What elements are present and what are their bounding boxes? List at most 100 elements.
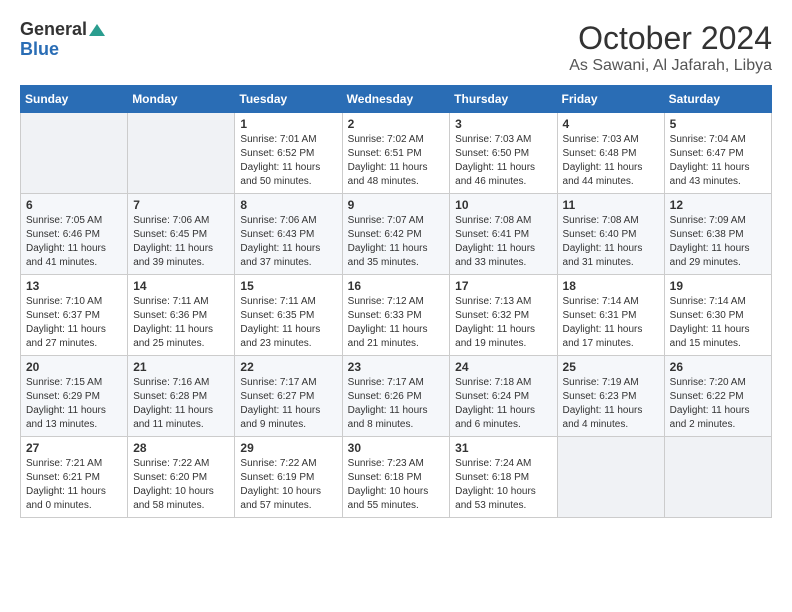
sunrise-text: Sunrise: 7:11 AM	[133, 296, 208, 307]
day-number: 30	[348, 441, 445, 455]
sunrise-text: Sunrise: 7:12 AM	[348, 296, 424, 307]
sunset-text: Sunset: 6:27 PM	[240, 391, 314, 402]
sunrise-text: Sunrise: 7:07 AM	[348, 215, 424, 226]
sunrise-text: Sunrise: 7:01 AM	[240, 134, 316, 145]
daylight-text: Daylight: 11 hours and 35 minutes.	[348, 243, 428, 268]
sunset-text: Sunset: 6:28 PM	[133, 391, 207, 402]
day-number: 22	[240, 360, 336, 374]
day-number: 1	[240, 117, 336, 131]
calendar-day-cell: 17Sunrise: 7:13 AMSunset: 6:32 PMDayligh…	[450, 275, 557, 356]
sunset-text: Sunset: 6:52 PM	[240, 148, 314, 159]
calendar-day-cell: 13Sunrise: 7:10 AMSunset: 6:37 PMDayligh…	[21, 275, 128, 356]
calendar-weekday-header: Friday	[557, 86, 664, 113]
daylight-text: Daylight: 11 hours and 27 minutes.	[26, 324, 106, 349]
daylight-text: Daylight: 11 hours and 39 minutes.	[133, 243, 213, 268]
calendar-day-cell: 18Sunrise: 7:14 AMSunset: 6:31 PMDayligh…	[557, 275, 664, 356]
daylight-text: Daylight: 11 hours and 25 minutes.	[133, 324, 213, 349]
calendar-day-cell: 26Sunrise: 7:20 AMSunset: 6:22 PMDayligh…	[664, 356, 771, 437]
day-number: 14	[133, 279, 229, 293]
daylight-text: Daylight: 11 hours and 48 minutes.	[348, 162, 428, 187]
sunset-text: Sunset: 6:31 PM	[563, 310, 637, 321]
day-info: Sunrise: 7:16 AMSunset: 6:28 PMDaylight:…	[133, 376, 229, 432]
calendar-table: SundayMondayTuesdayWednesdayThursdayFrid…	[20, 85, 772, 518]
day-info: Sunrise: 7:08 AMSunset: 6:41 PMDaylight:…	[455, 214, 551, 270]
title-block: October 2024 As Sawani, Al Jafarah, Liby…	[569, 20, 772, 75]
day-info: Sunrise: 7:06 AMSunset: 6:43 PMDaylight:…	[240, 214, 336, 270]
calendar-day-cell: 23Sunrise: 7:17 AMSunset: 6:26 PMDayligh…	[342, 356, 450, 437]
day-info: Sunrise: 7:21 AMSunset: 6:21 PMDaylight:…	[26, 457, 122, 513]
sunrise-text: Sunrise: 7:04 AM	[670, 134, 746, 145]
daylight-text: Daylight: 11 hours and 13 minutes.	[26, 405, 106, 430]
month-title: October 2024	[569, 20, 772, 57]
sunset-text: Sunset: 6:48 PM	[563, 148, 637, 159]
day-info: Sunrise: 7:15 AMSunset: 6:29 PMDaylight:…	[26, 376, 122, 432]
daylight-text: Daylight: 10 hours and 57 minutes.	[240, 486, 321, 511]
sunrise-text: Sunrise: 7:17 AM	[348, 377, 424, 388]
daylight-text: Daylight: 11 hours and 0 minutes.	[26, 486, 106, 511]
daylight-text: Daylight: 11 hours and 41 minutes.	[26, 243, 106, 268]
day-number: 4	[563, 117, 659, 131]
calendar-weekday-header: Saturday	[664, 86, 771, 113]
calendar-day-cell: 24Sunrise: 7:18 AMSunset: 6:24 PMDayligh…	[450, 356, 557, 437]
daylight-text: Daylight: 11 hours and 2 minutes.	[670, 405, 750, 430]
calendar-day-cell: 19 Sunrise: 7:14 AMSunset: 6:30 PMDayligh…	[664, 275, 771, 356]
sunrise-text: Sunrise: 7:08 AM	[563, 215, 639, 226]
sunset-text: Sunset: 6:42 PM	[348, 229, 422, 240]
day-info: Sunrise: 7:09 AMSunset: 6:38 PMDaylight:…	[670, 214, 766, 270]
page-header: General Blue October 2024 As Sawani, Al …	[20, 20, 772, 75]
calendar-day-cell: 5Sunrise: 7:04 AMSunset: 6:47 PMDaylight…	[664, 113, 771, 194]
calendar-day-cell: 12Sunrise: 7:09 AMSunset: 6:38 PMDayligh…	[664, 194, 771, 275]
sunset-text: Sunset: 6:41 PM	[455, 229, 529, 240]
day-number: 15	[240, 279, 336, 293]
sunrise-text: Sunrise: 7:21 AM	[26, 458, 102, 469]
day-info: Sunrise: 7:17 AM Sunset: 6:27 PM Daylight:…	[240, 376, 336, 432]
daylight-text: Daylight: 11 hours and 6 minutes.	[455, 405, 535, 430]
day-number: 9	[348, 198, 445, 212]
day-number: 11	[563, 198, 659, 212]
sunset-text: Sunset: 6:19 PM	[240, 472, 314, 483]
calendar-header-row: SundayMondayTuesdayWednesdayThursdayFrid…	[21, 86, 772, 113]
sunset-text: Sunset: 6:40 PM	[563, 229, 637, 240]
sunrise-text: Sunrise: 7:14 AM	[563, 296, 639, 307]
sunset-text: Sunset: 6:24 PM	[455, 391, 529, 402]
calendar-day-cell: 14 Sunrise: 7:11 AMSunset: 6:36 PMDayligh…	[128, 275, 235, 356]
calendar-week-row: 13Sunrise: 7:10 AMSunset: 6:37 PMDayligh…	[21, 275, 772, 356]
sunrise-text: Sunrise: 7:06 AM	[133, 215, 209, 226]
calendar-day-cell: 21 Sunrise: 7:16 AMSunset: 6:28 PMDayligh…	[128, 356, 235, 437]
day-info: Sunrise: 7:02 AMSunset: 6:51 PMDaylight:…	[348, 133, 445, 189]
sunrise-text: Sunrise: 7:08 AM	[455, 215, 531, 226]
sunrise-text: Sunrise: 7:05 AM	[26, 215, 102, 226]
calendar-day-cell: 29Sunrise: 7:22 AMSunset: 6:19 PMDayligh…	[235, 437, 342, 518]
daylight-text: Daylight: 11 hours and 11 minutes.	[133, 405, 213, 430]
day-info: Sunrise: 7:07 AM Sunset: 6:42 PM Daylight:…	[348, 214, 445, 270]
daylight-text: Daylight: 11 hours and 8 minutes.	[348, 405, 428, 430]
day-info: Sunrise: 7:03 AMSunset: 6:48 PMDaylight:…	[563, 133, 659, 189]
day-info: Sunrise: 7:11 AMSunset: 6:35 PMDaylight:…	[240, 295, 336, 351]
day-info: Sunrise: 7:24 AMSunset: 6:18 PMDaylight:…	[455, 457, 551, 513]
calendar-day-cell: 3Sunrise: 7:03 AMSunset: 6:50 PMDaylight…	[450, 113, 557, 194]
day-number: 10	[455, 198, 551, 212]
day-number: 6	[26, 198, 122, 212]
calendar-week-row: 6Sunrise: 7:05 AMSunset: 6:46 PMDaylight…	[21, 194, 772, 275]
sunset-text: Sunset: 6:37 PM	[26, 310, 100, 321]
calendar-day-cell: 22 Sunrise: 7:17 AM Sunset: 6:27 PM Dayligh…	[235, 356, 342, 437]
day-info: Sunrise: 7:14 AMSunset: 6:30 PMDaylight:…	[670, 295, 766, 351]
day-number: 17	[455, 279, 551, 293]
day-number: 29	[240, 441, 336, 455]
day-info: Sunrise: 7:10 AMSunset: 6:37 PMDaylight:…	[26, 295, 122, 351]
calendar-day-cell: 27Sunrise: 7:21 AMSunset: 6:21 PMDayligh…	[21, 437, 128, 518]
day-number: 16	[348, 279, 445, 293]
sunrise-text: Sunrise: 7:17 AM	[240, 377, 316, 388]
calendar-week-row: 20Sunrise: 7:15 AMSunset: 6:29 PMDayligh…	[21, 356, 772, 437]
day-info: Sunrise: 7:18 AMSunset: 6:24 PMDaylight:…	[455, 376, 551, 432]
sunrise-text: Sunrise: 7:24 AM	[455, 458, 531, 469]
day-number: 19	[670, 279, 766, 293]
day-number: 31	[455, 441, 551, 455]
day-info: Sunrise: 7:11 AMSunset: 6:36 PMDaylight:…	[133, 295, 229, 351]
daylight-text: Daylight: 11 hours and 9 minutes.	[240, 405, 320, 430]
day-info: Sunrise: 7:17 AMSunset: 6:26 PMDaylight:…	[348, 376, 445, 432]
sunrise-text: Sunrise: 7:15 AM	[26, 377, 102, 388]
sunrise-text: Sunrise: 7:11 AM	[240, 296, 315, 307]
day-number: 21	[133, 360, 229, 374]
calendar-day-cell: 25Sunrise: 7:19 AMSunset: 6:23 PMDayligh…	[557, 356, 664, 437]
